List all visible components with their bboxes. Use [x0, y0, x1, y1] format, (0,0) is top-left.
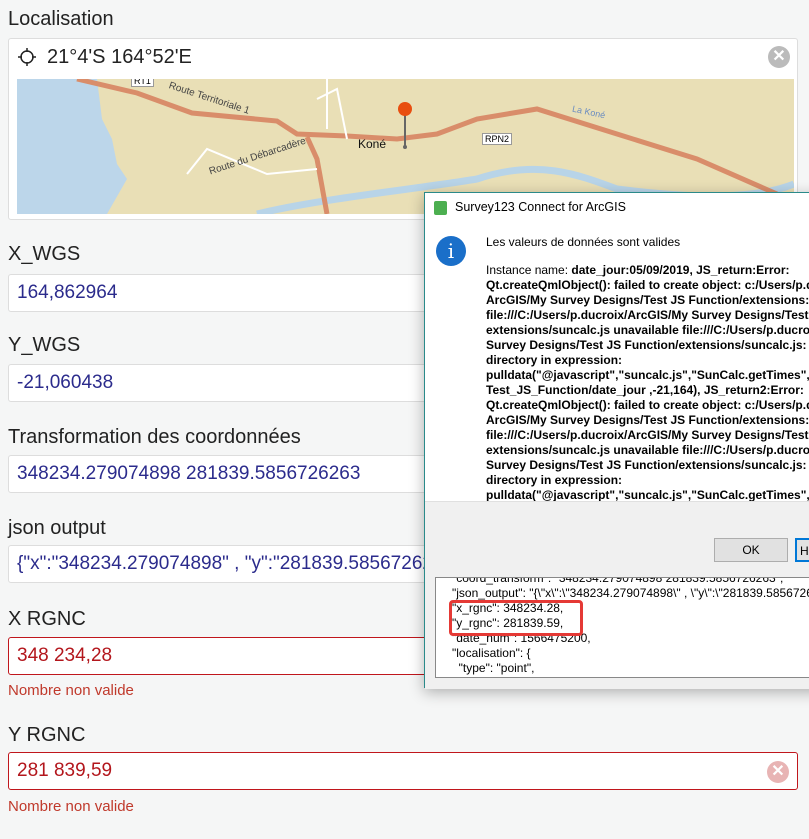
dialog-message-text: Test_JS_Function/date_jour ,-21,164), JS…	[486, 383, 804, 397]
dialog-message-text: Qt.createQmlObject(): failed to create o…	[486, 398, 809, 412]
x-rgnc-label: X RGNC	[8, 608, 86, 630]
dialog-message-line: Survey Designs/Test JS Function/extensio…	[486, 338, 809, 353]
y-wgs-label: Y_WGS	[8, 334, 81, 356]
dialog-message-text: file:///C:/Users/p.ducroix/ArcGIS/My Sur…	[486, 308, 809, 322]
dialog-message-line: directory in expression:	[486, 353, 809, 368]
instance-prefix: Instance name:	[486, 263, 572, 277]
dialog-message-text: pulldata("@javascript","suncalc.js","Sun…	[486, 368, 809, 382]
dialog-message-text: date_jour:05/09/2019, JS_return:Error:	[571, 263, 790, 277]
dialog-message-line: extensions/suncalc.js unavailable file:/…	[486, 443, 809, 458]
json-line: "coord_transform": "348234.279074898 281…	[452, 577, 784, 585]
dialog-message-line: Test_JS_Function/date_jour ,-21,164), JS…	[486, 383, 809, 398]
dialog-message-text: directory in expression:	[486, 473, 623, 487]
localisation-label: Localisation	[8, 8, 114, 30]
dialog-message-text: extensions/suncalc.js unavailable file:/…	[486, 443, 809, 457]
map-label-rt1: RT1	[131, 79, 154, 87]
dialog-message-text: file:///C:/Users/p.ducroix/ArcGIS/My Sur…	[486, 428, 809, 442]
highlight-box	[449, 600, 583, 636]
clear-y-rgnc-icon[interactable]: ✕	[767, 761, 789, 783]
coordinates-text: 21°4'S 164°52'E	[47, 46, 192, 68]
dialog-message-text: ArcGIS/My Survey Designs/Test JS Functio…	[486, 413, 809, 427]
dialog-message-line: ArcGIS/My Survey Designs/Test JS Functio…	[486, 293, 809, 308]
survey123-logo-icon	[434, 201, 447, 215]
dialog-message-line: ArcGIS/My Survey Designs/Test JS Functio…	[486, 413, 809, 428]
dialog-message-text: ArcGIS/My Survey Designs/Test JS Functio…	[486, 293, 809, 307]
map-label-rpn2: RPN2	[482, 133, 513, 145]
json-line: "localisation": {	[452, 646, 531, 660]
dialog-footer: OK H "coord_transform": "348234.27907489…	[425, 501, 809, 689]
dialog-heading: Les valeurs de données sont valides	[486, 235, 681, 249]
dialog-message-text: Qt.createQmlObject(): failed to create o…	[486, 278, 809, 292]
dialog-message-line: Qt.createQmlObject(): failed to create o…	[486, 398, 809, 413]
map-label-kone: Koné	[358, 137, 387, 151]
dialog-message-text: pulldata("@javascript","suncalc.js","Sun…	[486, 488, 809, 502]
json-output-label: json output	[8, 517, 106, 539]
dialog-message: Les valeurs de données sont valides Inst…	[486, 235, 809, 518]
dialog-message-text: Survey Designs/Test JS Function/extensio…	[486, 338, 809, 352]
dialog-message-line: directory in expression:	[486, 473, 809, 488]
info-icon: i	[436, 236, 466, 266]
dialog-message-text: directory in expression:	[486, 353, 623, 367]
dialog-message-line: file:///C:/Users/p.ducroix/ArcGIS/My Sur…	[486, 308, 809, 323]
help-button[interactable]: H	[795, 538, 809, 562]
message-dialog: Survey123 Connect for ArcGIS i Les valeu…	[424, 192, 809, 689]
dialog-message-text: Survey Designs/Test JS Function/extensio…	[486, 458, 809, 472]
y-rgnc-label: Y RGNC	[8, 724, 86, 746]
dialog-message-line: Qt.createQmlObject(): failed to create o…	[486, 278, 809, 293]
dialog-message-text: extensions/suncalc.js unavailable file:/…	[486, 323, 809, 337]
y-rgnc-error: Nombre non valide	[8, 798, 134, 815]
dialog-title: Survey123 Connect for ArcGIS	[455, 200, 626, 214]
ok-button[interactable]: OK	[714, 538, 788, 562]
x-wgs-label: X_WGS	[8, 243, 81, 265]
json-line: "x": 164.86296416619	[452, 676, 809, 677]
dialog-message-line: Survey Designs/Test JS Function/extensio…	[486, 458, 809, 473]
y-rgnc-input[interactable]: 281 839,59	[8, 752, 798, 790]
dialog-message-line: Instance name: date_jour:05/09/2019, JS_…	[486, 263, 809, 278]
json-line: "type": "point",	[452, 661, 535, 675]
transformation-label: Transformation des coordonnées	[8, 426, 301, 448]
json-details-textarea[interactable]: "coord_transform": "348234.279074898 281…	[435, 577, 809, 678]
dialog-message-line: pulldata("@javascript","suncalc.js","Sun…	[486, 368, 809, 383]
json-line: "json_output": "{\"x\":\"348234.27907489…	[452, 586, 809, 600]
dialog-message-line: extensions/suncalc.js unavailable file:/…	[486, 323, 809, 338]
dialog-message-line: file:///C:/Users/p.ducroix/ArcGIS/My Sur…	[486, 428, 809, 443]
clear-location-icon[interactable]: ✕	[768, 46, 790, 68]
crosshair-icon[interactable]	[18, 48, 36, 66]
map-pin-icon[interactable]	[398, 101, 412, 151]
x-rgnc-error: Nombre non valide	[8, 682, 134, 699]
